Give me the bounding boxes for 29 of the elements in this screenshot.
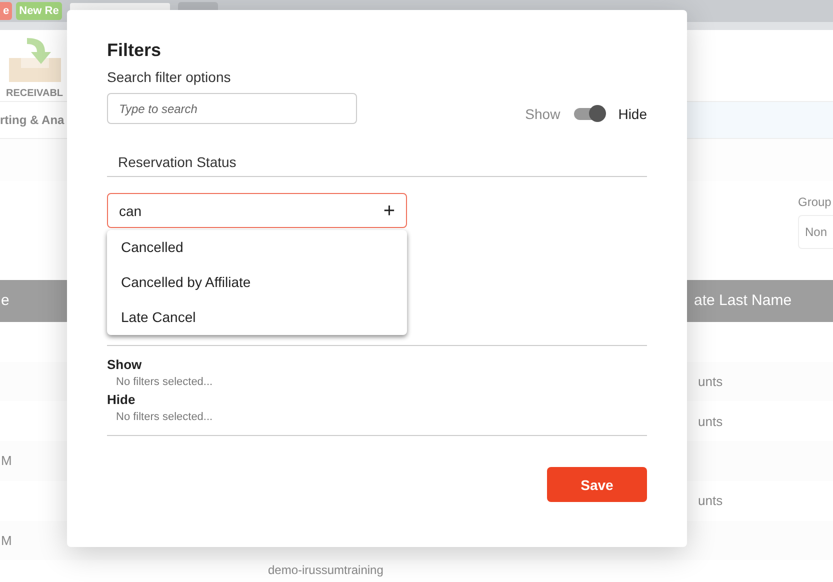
search-field[interactable]: Type to search bbox=[107, 93, 357, 124]
section-heading: Reservation Status bbox=[117, 154, 238, 172]
section-title: rting & Ana bbox=[0, 113, 64, 128]
table-cell: M bbox=[1, 453, 12, 468]
save-button[interactable]: Save bbox=[547, 467, 647, 502]
toggle-label: Hide bbox=[618, 106, 647, 122]
toolbar-label: RECEIVABL bbox=[6, 88, 64, 99]
empty-message: No filters selected... bbox=[115, 411, 214, 423]
menu-item[interactable]: Cancelled bbox=[107, 230, 407, 265]
dialog-title: Filters bbox=[107, 39, 162, 62]
menu-item[interactable]: Cancelled by Affiliate bbox=[107, 265, 407, 300]
search-label: Search filter options bbox=[107, 69, 232, 85]
toggle-switch[interactable] bbox=[574, 108, 604, 120]
table-cell: unts bbox=[698, 493, 723, 508]
toggle-label: Show bbox=[525, 106, 560, 122]
group-label: Group bbox=[798, 194, 832, 209]
table-cell: unts bbox=[698, 414, 723, 429]
group-title: Hide bbox=[107, 392, 136, 408]
column-header: e bbox=[0, 292, 10, 310]
filter-input[interactable]: can + bbox=[107, 193, 407, 228]
add-icon[interactable]: + bbox=[383, 200, 395, 220]
table-cell: M bbox=[1, 532, 12, 548]
column-header: ate Last Name bbox=[693, 292, 793, 310]
group-title: Show bbox=[107, 357, 143, 373]
group-select[interactable]: Non bbox=[798, 214, 833, 249]
table-cell: demo-irussumtraining bbox=[268, 563, 384, 578]
table-cell: unts bbox=[698, 374, 723, 390]
empty-message: No filters selected... bbox=[115, 376, 214, 388]
menu-item[interactable]: Late Cancel bbox=[107, 300, 407, 335]
